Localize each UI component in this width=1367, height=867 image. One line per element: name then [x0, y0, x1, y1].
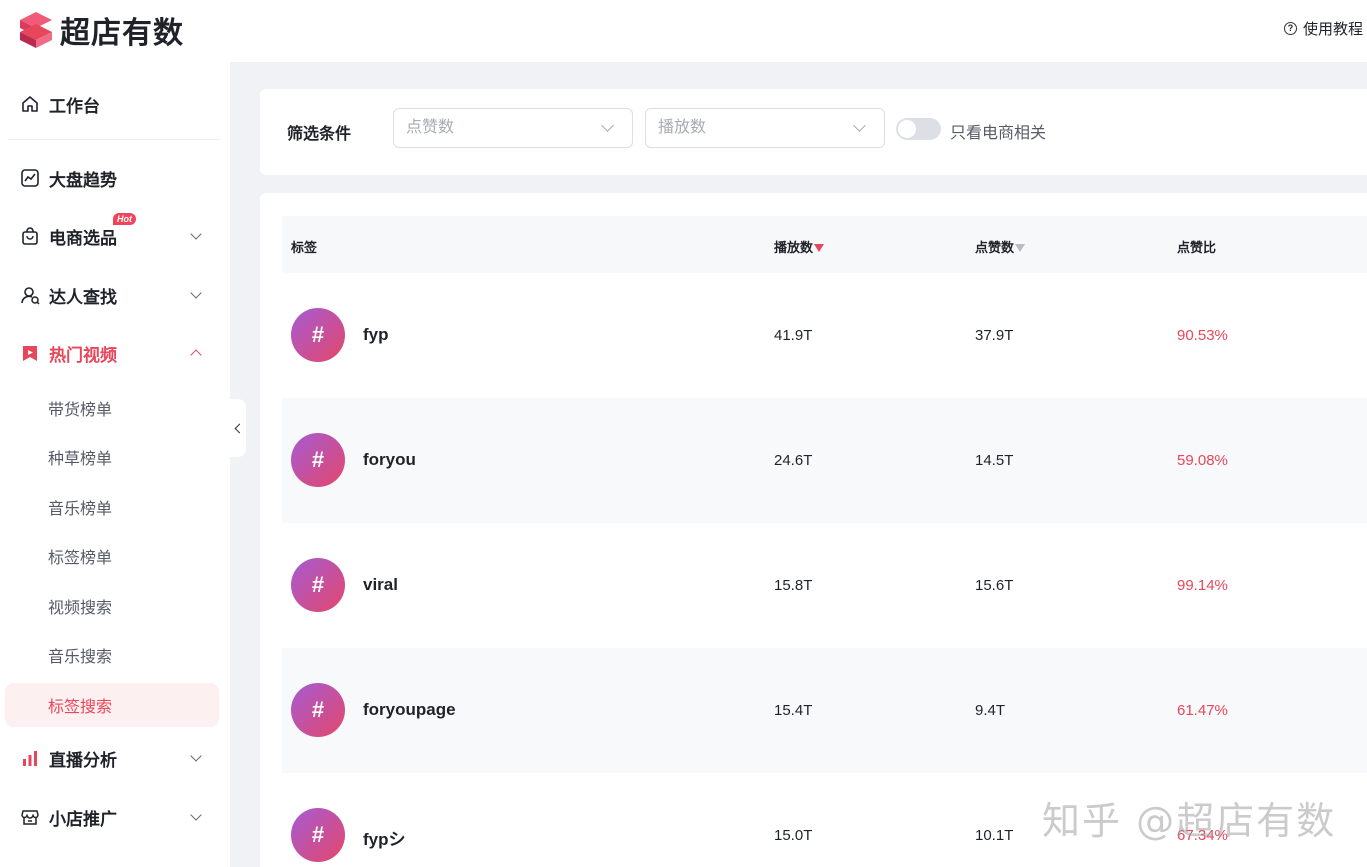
home-icon [20, 94, 40, 114]
sidebar-divider [8, 139, 220, 140]
likes-value: 37.9T [975, 327, 1014, 344]
chevron-down-icon [853, 119, 866, 132]
sidebar-item-label: 大盘趋势 [49, 170, 117, 190]
sidebar-subitem-sales-ranking[interactable]: 带货榜单 [5, 386, 219, 430]
column-header-plays-label: 播放数 [774, 240, 814, 255]
sidebar-item-label: 热门视频 [49, 345, 117, 365]
sidebar-subitem-video-search[interactable]: 视频搜索 [5, 584, 219, 628]
chevron-left-icon [234, 423, 245, 433]
sidebar-subitem-seeding-ranking[interactable]: 种草榜单 [5, 435, 219, 479]
sidebar-item-label: 达人查找 [49, 287, 117, 307]
watermark: 知乎 @超店有数 [1042, 799, 1337, 843]
tag-name[interactable]: foryoupage [363, 700, 456, 720]
sidebar-item-market-trend[interactable]: 大盘趋势 [20, 158, 210, 198]
likes-value: 14.5T [975, 452, 1014, 469]
sidebar-item-shop-promotion[interactable]: 小店推广 [20, 797, 210, 837]
ecommerce-only-label: 只看电商相关 [950, 125, 1047, 142]
table-row[interactable]: # fyp 41.9T 37.9T 90.53% [282, 273, 1367, 398]
column-header-tag: 标签 [291, 240, 318, 255]
table-row[interactable]: # viral 15.8T 15.6T 99.14% [282, 523, 1367, 648]
sidebar-subitem-tag-search[interactable]: 标签搜索 [5, 683, 219, 727]
plays-select-placeholder: 播放数 [658, 119, 707, 136]
help-tutorial-link[interactable]: ? 使用教程 [1283, 18, 1363, 39]
logo-icon [20, 12, 52, 48]
likes-value: 9.4T [975, 702, 1006, 719]
like-ratio-value: 99.14% [1177, 577, 1228, 594]
trend-chart-icon [20, 168, 40, 188]
hot-badge: Hot [113, 213, 136, 225]
table-row[interactable]: # foryou 24.6T 14.5T 59.08% [282, 398, 1367, 523]
column-header-likes-label: 点赞数 [975, 240, 1015, 255]
plays-value: 15.4T [774, 702, 813, 719]
user-search-icon [20, 285, 40, 305]
hashtag-icon: # [291, 808, 345, 862]
sidebar-subitem-tag-ranking[interactable]: 标签榜单 [5, 534, 219, 578]
plays-select[interactable]: 播放数 [645, 108, 885, 148]
like-ratio-value: 61.47% [1177, 702, 1228, 719]
sidebar-item-label: 工作台 [49, 96, 100, 116]
plays-value: 15.8T [774, 577, 813, 594]
table-row[interactable]: # foryoupage 15.4T 9.4T 61.47% [282, 648, 1367, 773]
likes-value: 10.1T [975, 827, 1014, 844]
column-header-ratio: 点赞比 [1177, 240, 1217, 255]
like-ratio-value: 90.53% [1177, 327, 1228, 344]
sort-desc-icon[interactable] [814, 244, 825, 252]
hashtag-icon: # [291, 308, 345, 362]
plays-value: 24.6T [774, 452, 813, 469]
main-content: 筛选条件 点赞数 播放数 只看电商相关 标签 播放数 点赞数 点赞比 # fyp… [230, 62, 1367, 867]
hashtag-icon: # [291, 558, 345, 612]
plays-value: 41.9T [774, 327, 813, 344]
tag-name[interactable]: fyp [363, 325, 389, 345]
likes-select-placeholder: 点赞数 [406, 119, 455, 136]
app-logo[interactable]: 超店有数 [18, 8, 184, 52]
ecommerce-only-toggle[interactable] [896, 118, 941, 140]
likes-select[interactable]: 点赞数 [393, 108, 633, 148]
question-circle-icon: ? [1283, 22, 1297, 35]
tag-name[interactable]: viral [363, 575, 398, 595]
sidebar-item-label: 直播分析 [49, 750, 117, 770]
chevron-down-icon [601, 119, 614, 132]
table-header: 标签 播放数 点赞数 点赞比 [282, 216, 1367, 273]
store-icon [20, 807, 40, 827]
like-ratio-value: 59.08% [1177, 452, 1228, 469]
tag-name[interactable]: foryou [363, 450, 416, 470]
shopping-bag-icon [20, 226, 40, 246]
likes-value: 15.6T [975, 577, 1014, 594]
chevron-up-icon [190, 349, 202, 361]
chevron-down-icon [190, 228, 202, 240]
sidebar-item-influencer-search[interactable]: 达人查找 [20, 275, 210, 315]
chevron-down-icon [190, 809, 202, 821]
hashtag-icon: # [291, 433, 345, 487]
sidebar-item-label: 小店推广 [49, 809, 117, 829]
hashtag-icon: # [291, 683, 345, 737]
filter-panel: 筛选条件 点赞数 播放数 只看电商相关 [260, 89, 1367, 175]
sidebar-collapse-button[interactable] [230, 399, 246, 457]
sort-desc-icon[interactable] [1015, 244, 1026, 252]
tag-table: 标签 播放数 点赞数 点赞比 # fyp 41.9T 37.9T 90.53% … [260, 193, 1367, 867]
sidebar: 工作台 大盘趋势 电商选品 Hot 达人查找 热门视频 带货榜单 种草榜单 音乐… [0, 62, 230, 867]
column-header-plays[interactable]: 播放数 [774, 237, 825, 256]
plays-value: 15.0T [774, 827, 813, 844]
sidebar-subitem-music-ranking[interactable]: 音乐榜单 [5, 485, 219, 529]
sidebar-subitem-music-search[interactable]: 音乐搜索 [5, 633, 219, 677]
bar-chart-icon [20, 748, 40, 768]
chevron-down-icon [190, 287, 202, 299]
video-bookmark-icon [20, 343, 40, 363]
filter-label: 筛选条件 [287, 126, 352, 143]
chevron-down-icon [190, 750, 202, 762]
top-header: 超店有数 ? 使用教程 [0, 0, 1367, 62]
sidebar-item-product-selection[interactable]: 电商选品 Hot [20, 213, 210, 256]
sidebar-item-label: 电商选品 [49, 228, 117, 248]
tag-name[interactable]: fypシ [363, 825, 406, 850]
column-header-likes[interactable]: 点赞数 [975, 237, 1026, 256]
sidebar-item-workbench[interactable]: 工作台 [20, 84, 210, 124]
sidebar-item-live-analysis[interactable]: 直播分析 [20, 738, 210, 778]
app-name: 超店有数 [60, 17, 184, 50]
sidebar-item-hot-videos[interactable]: 热门视频 [20, 333, 210, 373]
help-label: 使用教程 [1302, 21, 1363, 38]
